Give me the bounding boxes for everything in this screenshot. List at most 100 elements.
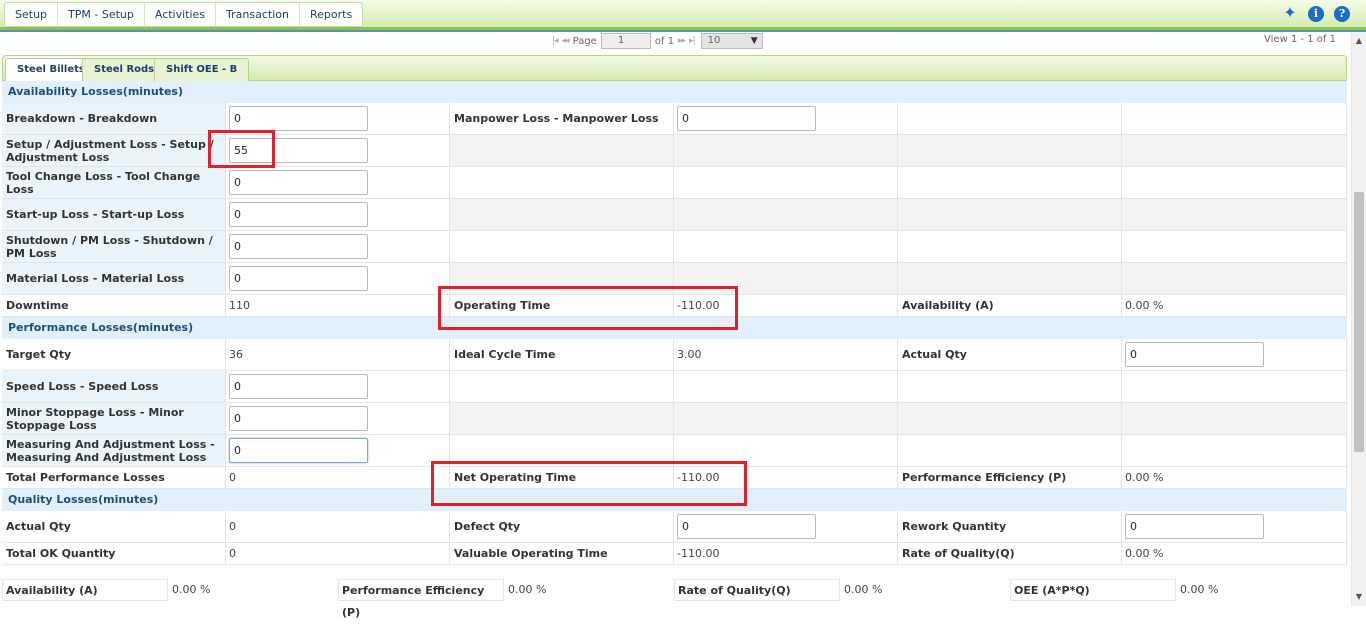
pager: |◂ ◂◂ Page 1 of 1 ▸▸ ▸| 10 ▼ [552,32,763,50]
first-page-icon[interactable]: |◂ [552,36,558,46]
main-menu: Setup TPM - Setup Activities Transaction… [4,2,364,27]
page-of-label: of 1 [654,35,675,47]
total-ok-quantity-label: Total OK Quantity [2,543,226,564]
total-performance-losses-value: 0 [226,467,450,488]
empty-cell [1122,199,1347,230]
minor-stoppage-input[interactable]: 0 [229,406,368,431]
total-ok-quantity-value: 0 [226,543,450,564]
empty-cell [898,231,1122,262]
manpower-cell: 0 [674,103,898,134]
vertical-scrollbar[interactable]: ▲ ▼ [1351,32,1366,606]
next-page-icon[interactable]: ▸▸ [678,36,686,46]
defect-qty-cell: 0 [674,511,898,542]
measuring-loss-input[interactable]: 0 [229,438,368,463]
speed-loss-input[interactable]: 0 [229,374,368,399]
form-row: Target Qty 36 Ideal Cycle Time 3.00 Actu… [2,339,1347,371]
prev-page-icon[interactable]: ◂◂ [562,36,570,46]
manpower-input[interactable]: 0 [677,106,816,131]
shutdown-loss-input[interactable]: 0 [229,234,368,259]
breakdown-cell: 0 [226,103,450,134]
speed-loss-label: Speed Loss - Speed Loss [2,371,226,402]
scroll-down-icon[interactable]: ▼ [1352,590,1366,604]
empty-cell [1122,371,1347,402]
form-row: Shutdown / PM Loss - Shutdown / PM Loss … [2,231,1347,263]
quality-actual-qty-value: 0 [226,511,450,542]
tab-shift-oee-b[interactable]: Shift OEE - B [154,58,250,81]
summary-quality-value: 0.00 % [844,583,883,596]
speed-loss-cell: 0 [226,371,450,402]
page-label: Page [572,35,597,47]
actual-qty-input[interactable]: 0 [1125,342,1264,367]
shutdown-loss-label: Shutdown / PM Loss - Shutdown / PM Loss [2,231,226,262]
page-number-input[interactable]: 1 [600,33,651,49]
empty-cell [450,435,674,466]
empty-cell [450,135,674,166]
summary-performance-value: 0.00 % [508,583,547,596]
defect-qty-input[interactable]: 0 [677,514,816,539]
valuable-operating-time-value: -110.00 [674,543,898,564]
menu-reports[interactable]: Reports [300,3,362,26]
breakdown-label: Breakdown - Breakdown [2,103,226,134]
summary-oee-label: OEE (A*P*Q) [1010,579,1176,601]
rows-per-page-select[interactable]: 10 ▼ [700,33,763,49]
form-row: Speed Loss - Speed Loss 0 [2,371,1347,403]
empty-cell [674,167,898,198]
menu-tpm-setup[interactable]: TPM - Setup [58,3,145,26]
empty-cell [898,199,1122,230]
empty-cell [898,371,1122,402]
empty-cell [450,403,674,434]
scroll-thumb[interactable] [1354,192,1364,452]
empty-cell [1122,263,1347,294]
summary-performance-label: Performance Efficiency (P) [338,579,504,619]
form-row: Downtime 110 Operating Time -110.00 Avai… [2,295,1347,317]
empty-cell [450,231,674,262]
empty-cell [898,263,1122,294]
startup-loss-input[interactable]: 0 [229,202,368,227]
tool-change-input[interactable]: 0 [229,170,368,195]
material-loss-input[interactable]: 0 [229,266,368,291]
oee-summary: Availability (A) 0.00 % Performance Effi… [2,578,1347,619]
defect-qty-label: Defect Qty [450,511,674,542]
measuring-loss-cell: 0 [226,435,450,466]
setup-loss-label: Setup / Adjustment Loss - Setup / Adjust… [2,135,226,166]
last-page-icon[interactable]: ▸| [689,36,695,46]
tool-change-cell: 0 [226,167,450,198]
menu-transaction[interactable]: Transaction [216,3,300,26]
rework-quantity-label: Rework Quantity [898,511,1122,542]
empty-cell [898,403,1122,434]
rework-quantity-cell: 0 [1122,511,1347,542]
startup-loss-label: Start-up Loss - Start-up Loss [2,199,226,230]
quality-actual-qty-label: Actual Qty [2,511,226,542]
empty-cell [674,135,898,166]
oee-form: Availability Losses(minutes) Breakdown -… [2,81,1347,565]
operating-time-value: -110.00 [674,295,898,316]
form-row: Setup / Adjustment Loss - Setup / Adjust… [2,135,1347,167]
empty-cell [1122,103,1347,134]
chevron-down-icon: ▼ [750,36,758,46]
form-row: Total Performance Losses 0 Net Operating… [2,467,1347,489]
empty-cell [898,135,1122,166]
manpower-label: Manpower Loss - Manpower Loss [450,103,674,134]
startup-loss-cell: 0 [226,199,450,230]
target-qty-label: Target Qty [2,339,226,370]
rework-quantity-input[interactable]: 0 [1125,514,1264,539]
pin-icon[interactable]: ✦ [1282,5,1298,22]
empty-cell [450,263,674,294]
empty-cell [674,435,898,466]
breakdown-input[interactable]: 0 [229,106,368,131]
empty-cell [1122,435,1347,466]
menu-activities[interactable]: Activities [145,3,217,26]
form-row: Minor Stoppage Loss - Minor Stoppage Los… [2,403,1347,435]
info-icon[interactable]: i [1308,6,1324,22]
summary-availability-value: 0.00 % [172,583,211,596]
menu-setup[interactable]: Setup [5,3,59,26]
downtime-value: 110 [226,295,450,316]
scroll-up-icon[interactable]: ▲ [1352,34,1366,48]
help-icon[interactable]: ? [1334,6,1350,22]
setup-loss-input[interactable]: 55 [229,138,368,163]
form-row: Measuring And Adjustment Loss - Measurin… [2,435,1347,467]
header-icons: ✦ i ? [1282,5,1350,22]
rate-of-quality-label: Rate of Quality(Q) [898,543,1122,564]
empty-cell [674,371,898,402]
empty-cell [898,103,1122,134]
